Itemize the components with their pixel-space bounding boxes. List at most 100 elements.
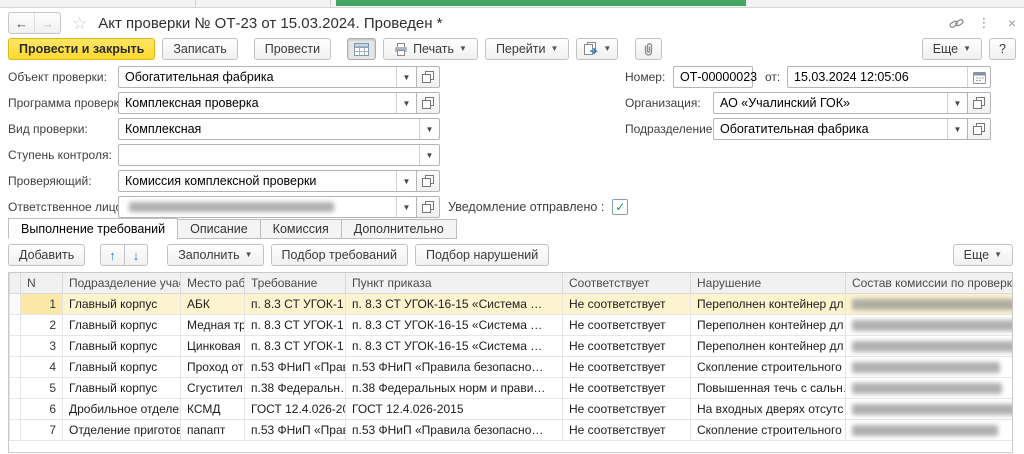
cell-violation[interactable]: Скопление строительного … [691,419,846,440]
table-row[interactable]: 4 Главный корпус Проход от … п.53 ФНиП «… [10,356,1013,377]
notification-sent-checkbox[interactable]: ✓ [612,199,628,215]
open-reference-button[interactable] [967,92,991,114]
chevron-down-icon[interactable]: ▼ [947,93,967,113]
cell-requirement[interactable]: п.53 ФНиП «Прав… [245,419,346,440]
cell-workplace[interactable]: АБК [181,293,245,314]
cell-requirement[interactable]: п. 8.3 СТ УГОК-1… [245,314,346,335]
column-header-requirement[interactable]: Требование [245,273,346,293]
cell-number[interactable]: 2 [21,314,63,335]
chevron-down-icon[interactable]: ▼ [396,171,416,191]
toolbar-more-button[interactable]: Еще ▼ [922,38,982,60]
cell-workplace[interactable]: Медная тр… [181,314,245,335]
cell-violation[interactable]: Переполнен контейнер дл… [691,293,846,314]
cell-requirement[interactable]: п. 8.3 СТ УГОК-1… [245,293,346,314]
grid-view-button[interactable] [347,38,376,60]
field-value[interactable]: Комиссия комплексной проверки [119,171,396,191]
cell-number[interactable]: 1 [21,293,63,314]
field-value[interactable] [119,197,396,217]
cell-committee[interactable] [846,314,1013,335]
tab-description[interactable]: Описание [177,219,261,239]
cell-division[interactable]: Главный корпус [63,377,181,398]
document-number-input[interactable]: ОТ-00000023 [673,66,753,88]
cell-requirement[interactable]: п. 8.3 СТ УГОК-1… [245,335,346,356]
cell-workplace[interactable]: КСМД [181,398,245,419]
column-header-number[interactable]: N [21,273,63,293]
cell-violation[interactable]: Скопление строительного … [691,356,846,377]
department-input[interactable]: Обогатительная фабрика ▼ [713,118,968,140]
open-reference-button[interactable] [967,118,991,140]
navigate-button[interactable]: Перейти ▼ [485,38,569,60]
pick-requirements-button[interactable]: Подбор требований [271,244,408,266]
cell-workplace[interactable]: папапт [181,419,245,440]
cell-division[interactable]: Главный корпус [63,314,181,335]
field-value[interactable] [119,145,419,165]
cell-number[interactable]: 5 [21,377,63,398]
print-button[interactable]: Печать ▼ [383,38,478,60]
post-button[interactable]: Провести [254,38,331,60]
cell-order-item[interactable]: п.38 Федеральных норм и прави… [346,377,563,398]
cell-order-item[interactable]: п.53 ФНиП «Правила безопасно… [346,419,563,440]
cell-number[interactable]: 7 [21,419,63,440]
close-icon[interactable]: × [1004,15,1020,31]
add-row-button[interactable]: Добавить [8,244,85,266]
cell-violation[interactable]: Повышенная течь с сальн… [691,377,846,398]
tab-additional[interactable]: Дополнительно [341,219,457,239]
column-header-committee[interactable]: Состав комиссии по проверке [846,273,1013,293]
table-row[interactable]: 3 Главный корпус Цинковая … п. 8.3 СТ УГ… [10,335,1013,356]
tab-requirements[interactable]: Выполнение требований [8,218,178,239]
open-reference-button[interactable] [416,66,440,88]
cell-conformity[interactable]: Не соответствует [563,398,691,419]
document-date-input[interactable]: 15.03.2024 12:05:06 [787,66,991,88]
cell-committee[interactable] [846,293,1013,314]
cell-conformity[interactable]: Не соответствует [563,335,691,356]
cell-workplace[interactable]: Цинковая … [181,335,245,356]
help-button[interactable]: ? [989,38,1016,60]
field-value[interactable]: АО «Учалинский ГОК» [714,93,947,113]
control-stage-input[interactable]: ▼ [118,144,440,166]
table-row[interactable]: 6 Дробильное отделение КСМД ГОСТ 12.4.02… [10,398,1013,419]
cell-division[interactable]: Главный корпус [63,356,181,377]
field-value[interactable]: Комплексная [119,119,419,139]
back-button[interactable]: ← [9,13,34,33]
move-down-button[interactable]: ↓ [124,244,149,266]
cell-committee[interactable] [846,335,1013,356]
cell-committee[interactable] [846,377,1013,398]
chevron-down-icon[interactable]: ▼ [396,67,416,87]
cell-committee[interactable] [846,419,1013,440]
pick-violations-button[interactable]: Подбор нарушений [415,244,549,266]
cell-workplace[interactable]: Сгустител… [181,377,245,398]
cell-order-item[interactable]: ГОСТ 12.4.026-2015 [346,398,563,419]
cell-conformity[interactable]: Не соответствует [563,377,691,398]
link-icon[interactable] [948,15,964,31]
open-reference-button[interactable] [416,196,440,218]
cell-violation[interactable]: На входных дверях отсутс… [691,398,846,419]
column-header-conformity[interactable]: Соответствует [563,273,691,293]
chevron-down-icon[interactable]: ▼ [419,119,439,139]
calendar-button[interactable] [967,67,990,87]
table-row[interactable]: 7 Отделение приготовл… папапт п.53 ФНиП … [10,419,1013,440]
field-value[interactable]: Комплексная проверка [119,93,396,113]
field-value[interactable]: Обогатительная фабрика [714,119,947,139]
kebab-menu-icon[interactable]: ⋮ [976,15,992,31]
cell-requirement[interactable]: п.53 ФНиП «Прав… [245,356,346,377]
inspection-object-input[interactable]: Обогатительная фабрика ▼ [118,66,417,88]
inspector-input[interactable]: Комиссия комплексной проверки ▼ [118,170,417,192]
attachments-button[interactable] [635,38,662,60]
send-document-button[interactable]: ▼ [576,38,618,60]
organization-input[interactable]: АО «Учалинский ГОК» ▼ [713,92,968,114]
open-reference-button[interactable] [416,170,440,192]
write-button[interactable]: Записать [162,38,237,60]
cell-order-item[interactable]: п. 8.3 СТ УГОК-16-15 «Система … [346,314,563,335]
fill-button[interactable]: Заполнить ▼ [167,244,263,266]
cell-order-item[interactable]: п. 8.3 СТ УГОК-16-15 «Система … [346,293,563,314]
table-row[interactable]: 2 Главный корпус Медная тр… п. 8.3 СТ УГ… [10,314,1013,335]
forward-button[interactable]: → [34,13,60,33]
cell-number[interactable]: 4 [21,356,63,377]
cell-violation[interactable]: Переполнен контейнер дл… [691,335,846,356]
inspection-program-input[interactable]: Комплексная проверка ▼ [118,92,417,114]
cell-violation[interactable]: Переполнен контейнер дл… [691,314,846,335]
favorite-star-icon[interactable]: ☆ [72,15,87,32]
chevron-down-icon[interactable]: ▼ [396,197,416,217]
move-up-button[interactable]: ↑ [100,244,125,266]
cell-conformity[interactable]: Не соответствует [563,356,691,377]
